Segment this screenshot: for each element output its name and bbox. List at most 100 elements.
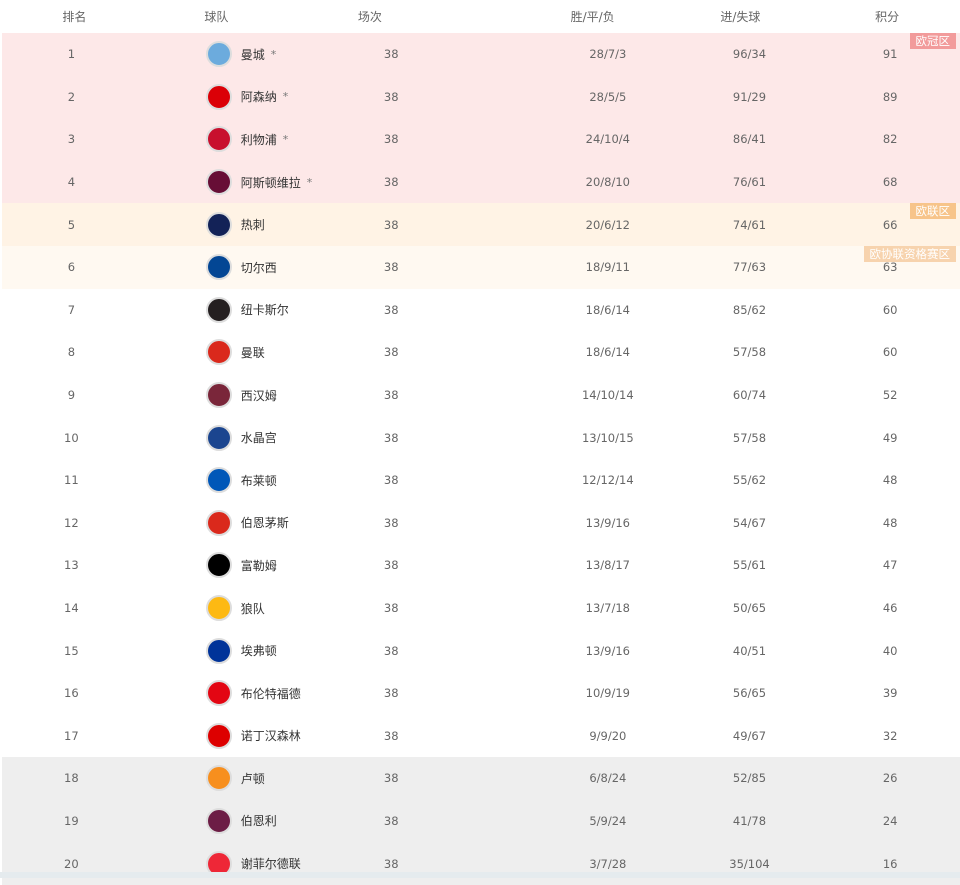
points-cell: 40 [820, 644, 960, 658]
team-name[interactable]: 阿斯顿维拉 [241, 174, 301, 191]
team-name[interactable]: 伯恩茅斯 [241, 514, 289, 531]
goals-cell: 55/62 [680, 473, 820, 487]
wdl-cell: 13/8/17 [538, 558, 678, 572]
rank-cell: 15 [2, 644, 141, 658]
table-row[interactable]: 4阿斯顿维拉*3820/8/1076/6168 [2, 161, 960, 204]
wdl-cell: 13/9/16 [538, 644, 678, 658]
team-name[interactable]: 卢顿 [241, 770, 265, 787]
table-body: 1曼城*3828/7/396/3491欧冠区2阿森纳*3828/5/591/29… [2, 33, 960, 885]
team-name[interactable]: 狼队 [241, 600, 265, 617]
table-row[interactable]: 13富勒姆3813/8/1755/6147 [2, 544, 960, 587]
points-cell: 39 [820, 686, 960, 700]
table-row[interactable]: 1曼城*3828/7/396/3491欧冠区 [2, 33, 960, 76]
brentford-crest-icon [206, 680, 232, 706]
table-row[interactable]: 18卢顿386/8/2452/8526 [2, 757, 960, 800]
wdl-cell: 14/10/14 [538, 388, 678, 402]
team-name[interactable]: 谢菲尔德联 [241, 855, 301, 872]
table-row[interactable]: 3利物浦*3824/10/486/4182 [2, 118, 960, 161]
goals-cell: 56/65 [680, 686, 820, 700]
goals-cell: 50/65 [680, 601, 820, 615]
goals-cell: 86/41 [680, 132, 820, 146]
table-row[interactable]: 12伯恩茅斯3813/9/1654/6748 [2, 502, 960, 545]
team-name[interactable]: 布伦特福德 [241, 685, 301, 702]
burnley-crest-icon [206, 808, 232, 834]
points-cell: 32 [820, 729, 960, 743]
goals-cell: 49/67 [680, 729, 820, 743]
table-row[interactable]: 19伯恩利385/9/2441/7824 [2, 800, 960, 843]
luton-crest-icon [206, 765, 232, 791]
points-cell: 91 [820, 47, 960, 61]
goals-cell: 54/67 [680, 516, 820, 530]
team-name[interactable]: 曼联 [241, 344, 265, 361]
team-name[interactable]: 切尔西 [241, 259, 277, 276]
liverpool-crest-icon [206, 126, 232, 152]
header-points: 积分 [814, 8, 960, 25]
table-row[interactable]: 6切尔西3818/9/1177/6363欧协联资格赛区 [2, 246, 960, 289]
goals-cell: 35/104 [680, 857, 820, 871]
played-cell: 38 [320, 473, 463, 487]
team-name[interactable]: 曼城 [241, 46, 265, 63]
points-cell: 16 [820, 857, 960, 871]
table-row[interactable]: 8曼联3818/6/1457/5860 [2, 331, 960, 374]
played-cell: 38 [320, 260, 463, 274]
team-name[interactable]: 富勒姆 [241, 557, 277, 574]
table-row[interactable]: 11布莱顿3812/12/1455/6248 [2, 459, 960, 502]
rank-cell: 5 [2, 218, 141, 232]
wdl-cell: 18/6/14 [538, 303, 678, 317]
team-name[interactable]: 诺丁汉森林 [241, 727, 301, 744]
goals-cell: 57/58 [680, 345, 820, 359]
team-name[interactable]: 布莱顿 [241, 472, 277, 489]
table-row[interactable]: 9西汉姆3814/10/1460/7452 [2, 374, 960, 417]
fulham-crest-icon [206, 552, 232, 578]
horizontal-scrollbar[interactable] [0, 872, 960, 878]
rank-cell: 9 [2, 388, 141, 402]
played-cell: 38 [320, 516, 463, 530]
played-cell: 38 [320, 857, 463, 871]
goals-cell: 74/61 [680, 218, 820, 232]
points-cell: 60 [820, 303, 960, 317]
newcastle-crest-icon [206, 297, 232, 323]
tottenham-crest-icon [206, 212, 232, 238]
table-row[interactable]: 10水晶宫3813/10/1557/5849 [2, 416, 960, 459]
team-name[interactable]: 阿森纳 [241, 88, 277, 105]
points-cell: 60 [820, 345, 960, 359]
star-marker: * [307, 176, 313, 189]
zone-tag-el: 欧联区 [910, 203, 957, 219]
table-row[interactable]: 7纽卡斯尔3818/6/1485/6260 [2, 289, 960, 332]
table-row[interactable]: 17诺丁汉森林389/9/2049/6732 [2, 715, 960, 758]
table-row[interactable]: 20谢菲尔德联383/7/2835/10416 [2, 842, 960, 885]
rank-cell: 8 [2, 345, 141, 359]
goals-cell: 52/85 [680, 771, 820, 785]
team-name[interactable]: 热刺 [241, 216, 265, 233]
wdl-cell: 18/9/11 [538, 260, 678, 274]
team-name[interactable]: 埃弗顿 [241, 642, 277, 659]
goals-cell: 85/62 [680, 303, 820, 317]
wdl-cell: 3/7/28 [538, 857, 678, 871]
played-cell: 38 [320, 771, 463, 785]
team-name[interactable]: 纽卡斯尔 [241, 301, 289, 318]
table-row[interactable]: 5热刺3820/6/1274/6166欧联区 [2, 203, 960, 246]
rank-cell: 16 [2, 686, 141, 700]
team-name[interactable]: 利物浦 [241, 131, 277, 148]
table-row[interactable]: 16布伦特福德3810/9/1956/6539 [2, 672, 960, 715]
table-row[interactable]: 2阿森纳*3828/5/591/2989 [2, 76, 960, 119]
points-cell: 26 [820, 771, 960, 785]
table-row[interactable]: 15埃弗顿3813/9/1640/5140 [2, 629, 960, 672]
goals-cell: 77/63 [680, 260, 820, 274]
wdl-cell: 10/9/19 [538, 686, 678, 700]
team-name[interactable]: 西汉姆 [241, 387, 277, 404]
team-name[interactable]: 伯恩利 [241, 812, 277, 829]
table-header: 排名 球队 场次 胜/平/负 进/失球 积分 [2, 0, 960, 33]
nottingham-forest-crest-icon [206, 723, 232, 749]
star-marker: * [271, 48, 277, 61]
goals-cell: 40/51 [680, 644, 820, 658]
rank-cell: 13 [2, 558, 141, 572]
header-goals: 进/失球 [668, 8, 814, 25]
goals-cell: 60/74 [680, 388, 820, 402]
table-row[interactable]: 14狼队3813/7/1850/6546 [2, 587, 960, 630]
rank-cell: 18 [2, 771, 141, 785]
team-name[interactable]: 水晶宫 [241, 429, 277, 446]
star-marker: * [283, 90, 289, 103]
played-cell: 38 [320, 729, 463, 743]
west-ham-crest-icon [206, 382, 232, 408]
